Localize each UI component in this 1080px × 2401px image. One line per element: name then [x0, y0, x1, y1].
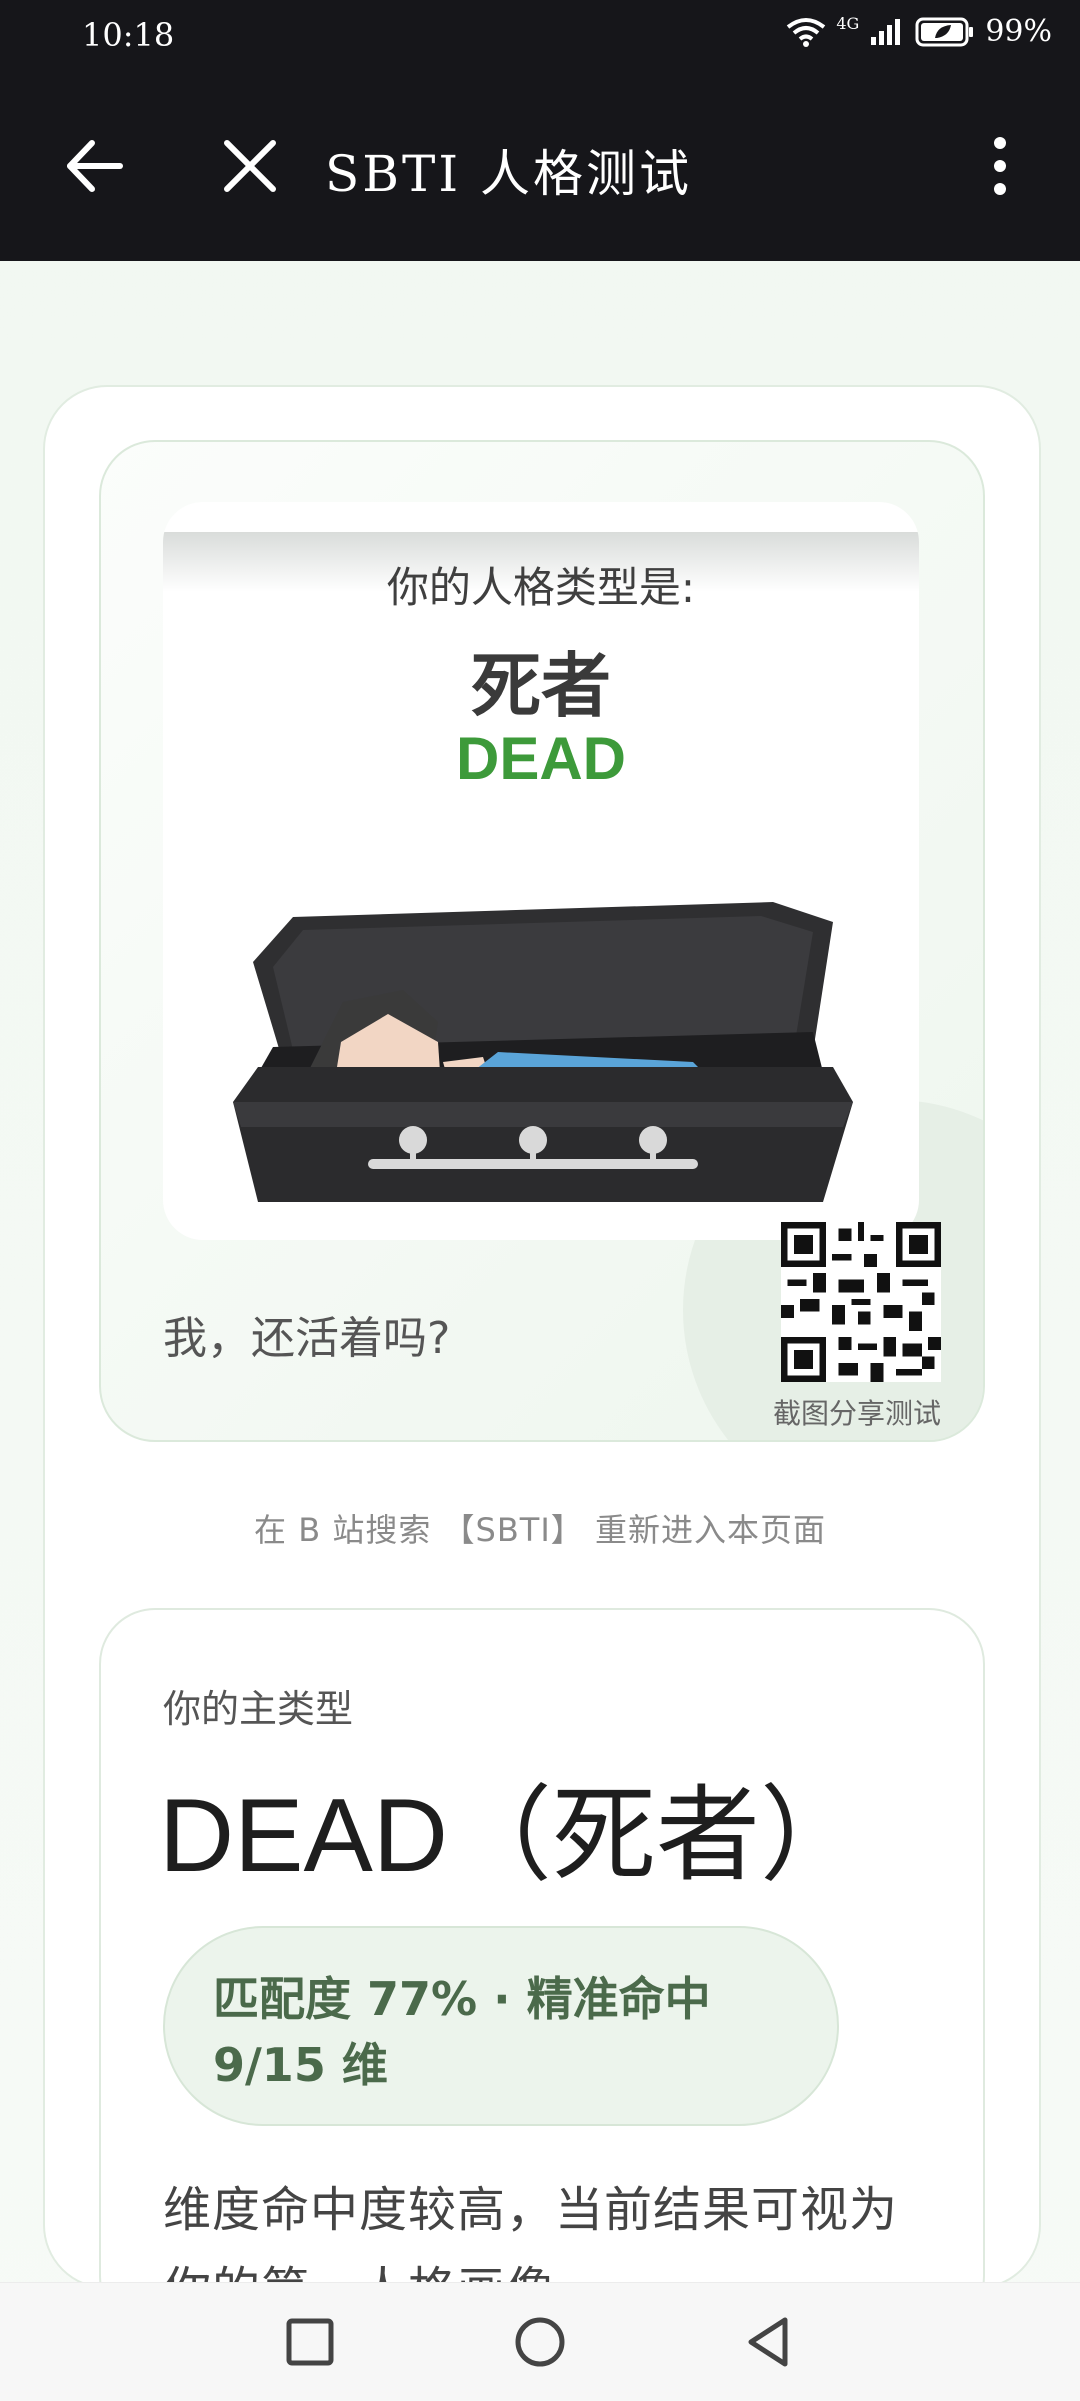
nav-home-icon[interactable]: [505, 2307, 575, 2377]
main-type-title: DEAD（死者）: [159, 1778, 864, 1894]
signal-icon: [871, 18, 901, 45]
main-type-card: 你的主类型 DEAD（死者） 匹配度 77% · 精准命中 9/15 维 维度命…: [99, 1608, 985, 2332]
nav-recents-icon[interactable]: [275, 2307, 345, 2377]
share-card: 你的人格类型是: 死者 DEAD 我，还活着吗? 截图分享测试: [99, 440, 985, 1442]
wifi-icon: [787, 17, 826, 47]
poster-label: 你的人格类型是:: [386, 563, 696, 612]
battery-icon: [915, 17, 974, 46]
share-question: 我，还活着吗?: [163, 1313, 451, 1364]
status-time: 10:18: [82, 16, 175, 54]
system-nav-bar: [0, 2282, 1080, 2401]
app-toolbar: SBTI 人格测试: [0, 76, 1080, 261]
nav-back-icon[interactable]: [735, 2307, 805, 2377]
coffin-illustration: [233, 902, 853, 1202]
network-type: 4G: [836, 14, 860, 33]
battery-percent: 99%: [985, 14, 1052, 49]
match-badge: 匹配度 77% · 精准命中 9/15 维: [163, 1926, 839, 2126]
poster-type-name: 死者: [471, 645, 611, 727]
back-arrow-icon[interactable]: [60, 131, 130, 201]
main-type-label: 你的主类型: [163, 1687, 354, 1731]
qr-code-icon: [781, 1222, 941, 1382]
page-title: SBTI 人格测试: [325, 145, 692, 203]
more-vertical-icon[interactable]: [975, 131, 1025, 201]
status-bar: 10:18 4G 99%: [0, 0, 1080, 76]
qr-label: 截图分享测试: [773, 1397, 942, 1430]
search-hint: 在 B 站搜索 【SBTI】 重新进入本页面: [254, 1511, 826, 1549]
poster-type-code: DEAD: [455, 725, 626, 792]
result-poster-image: 你的人格类型是: 死者 DEAD: [163, 502, 919, 1240]
status-icons: 4G 99%: [786, 14, 1052, 49]
close-icon[interactable]: [215, 131, 285, 201]
